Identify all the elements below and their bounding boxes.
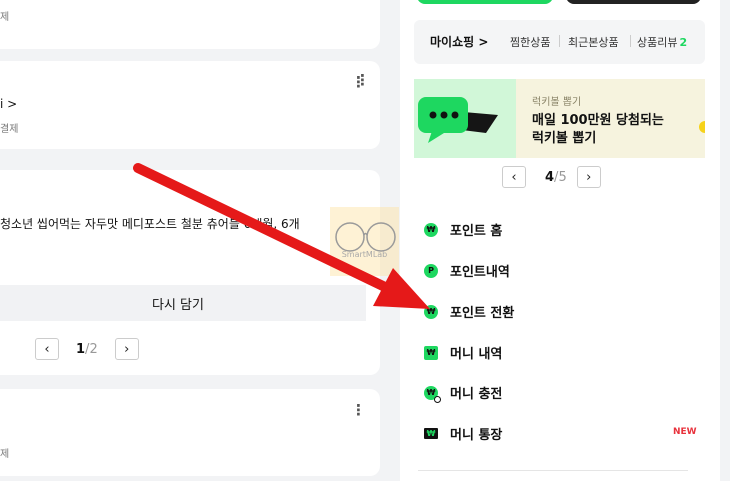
- money-history-icon: ₩: [424, 345, 438, 360]
- menu-label: 머니 충전: [450, 387, 503, 402]
- money-charge-icon: ₩: [424, 385, 441, 403]
- watermark-text: SmartMLab: [341, 250, 388, 259]
- order-pagination: ‹ 1/2 ›: [35, 338, 139, 360]
- tab-divider: [630, 35, 631, 47]
- point-convert-icon: ₩: [424, 304, 438, 319]
- menu-label: 포인트내역: [450, 265, 510, 280]
- banner-coin-icon: [699, 121, 705, 133]
- order-card-3: 청소년 씹어먹는 자두맛 메디포스트 철분 츄어블 6개월, 6개 다시 담기 …: [0, 170, 380, 375]
- menu-point-home[interactable]: ₩ 포인트 홈: [424, 220, 502, 239]
- menu-divider: [418, 470, 688, 471]
- lucky-ball-banner[interactable]: 럭키볼 뽑기 매일 100만원 당첨되는 럭키볼 뽑기: [414, 79, 705, 158]
- order-caption: 제: [0, 449, 10, 460]
- menu-label: 머니 내역: [450, 347, 503, 362]
- chevron-left-icon: ‹: [511, 169, 517, 185]
- chevron-right-icon: ›: [124, 341, 130, 357]
- money-account-icon: ₩: [424, 428, 438, 439]
- banner-image-area: [414, 79, 516, 158]
- chevron-right-icon: ›: [586, 169, 592, 185]
- order-card-1: 제: [0, 0, 380, 49]
- my-shopping-bar: 마이쇼핑 > 찜한상품 최근본상품 상품리뷰 2: [414, 20, 705, 64]
- menu-label: 포인트 전환: [450, 306, 515, 321]
- new-badge: NEW: [673, 427, 697, 437]
- rebuy-button[interactable]: 다시 담기: [0, 285, 366, 321]
- banner-title-line2: 럭키볼 뽑기: [532, 131, 597, 146]
- banner-next-button[interactable]: ›: [576, 166, 601, 188]
- glasses-icon: [335, 222, 396, 252]
- product-name[interactable]: 청소년 씹어먹는 자두맛 메디포스트 철분 츄어블 6개월, 6개: [0, 215, 300, 232]
- order-card-4: ⋮ 제: [0, 389, 380, 476]
- top-button-black[interactable]: [566, 0, 701, 4]
- watermark-logo: SmartMLab: [330, 207, 399, 276]
- order-caption: 결제: [0, 124, 19, 135]
- chat-bubble-icon: [418, 97, 498, 143]
- banner-title-line1: 매일 100만원 당첨되는: [532, 113, 664, 128]
- order-card-2: ⋮ i > 결제: [0, 61, 380, 149]
- more-options-icon[interactable]: ⋮: [355, 73, 370, 88]
- tab-reviews[interactable]: 상품리뷰 2: [637, 34, 687, 50]
- my-shopping-link[interactable]: 마이쇼핑 >: [430, 33, 488, 50]
- point-history-icon: P: [424, 263, 438, 278]
- review-count: 2: [679, 36, 688, 49]
- point-home-icon: ₩: [424, 222, 438, 237]
- tab-wishlist[interactable]: 찜한상품: [510, 34, 550, 50]
- rebuy-label: 다시 담기: [152, 297, 204, 313]
- banner-page-indicator: 4/5: [545, 169, 567, 185]
- top-button-green[interactable]: [417, 0, 553, 4]
- tab-divider: [559, 35, 560, 47]
- menu-point-history[interactable]: P 포인트내역: [424, 261, 510, 280]
- menu-label: 머니 통장: [450, 428, 503, 443]
- menu-label: 포인트 홈: [450, 224, 503, 239]
- menu-money-charge[interactable]: ₩ 머니 충전: [424, 383, 503, 403]
- page-indicator: 1/2: [76, 341, 98, 357]
- next-page-button[interactable]: ›: [114, 338, 139, 360]
- banner-prev-button[interactable]: ‹: [502, 166, 526, 188]
- more-options-icon[interactable]: ⋮: [351, 403, 366, 418]
- prev-page-button[interactable]: ‹: [35, 338, 59, 360]
- order-caption: 제: [0, 12, 10, 23]
- right-panel: [400, 0, 720, 481]
- banner-eyebrow: 럭키볼 뽑기: [532, 97, 582, 108]
- chevron-left-icon: ‹: [44, 341, 50, 357]
- menu-money-history[interactable]: ₩ 머니 내역: [424, 343, 502, 362]
- tab-recent[interactable]: 최근본상품: [568, 34, 619, 50]
- banner-pagination: ‹ 4/5 ›: [502, 166, 601, 188]
- order-title[interactable]: i >: [0, 97, 17, 111]
- menu-money-account[interactable]: ₩ 머니 통장: [424, 424, 502, 443]
- plus-badge-icon: [434, 395, 441, 403]
- menu-point-convert[interactable]: ₩ 포인트 전환: [424, 302, 514, 321]
